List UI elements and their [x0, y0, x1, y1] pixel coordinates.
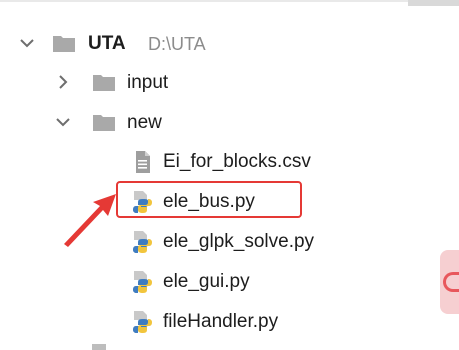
python-file-icon	[133, 271, 152, 293]
file-name-csv: Ei_for_blocks.csv	[163, 151, 311, 172]
chevron-down-icon[interactable]	[18, 34, 36, 52]
top-scroll-edge	[408, 0, 459, 6]
tree-row-folder-new[interactable]: new	[0, 107, 440, 139]
tree-row-folder-input[interactable]: input	[0, 67, 440, 99]
file-name-filehandler: fileHandler.py	[163, 311, 279, 332]
folder-icon	[53, 36, 75, 52]
chevron-right-icon[interactable]	[54, 73, 72, 91]
folder-icon	[93, 75, 115, 91]
folder-name-input: input	[127, 72, 169, 93]
side-tab-icon	[443, 272, 459, 292]
tree-row-file-csv[interactable]: Ei_for_blocks.csv	[0, 146, 440, 178]
root-folder-path: D:\UTA	[148, 34, 206, 54]
tree-row-file-filehandler[interactable]: fileHandler.py	[0, 306, 440, 338]
side-assistant-tab[interactable]	[440, 250, 459, 314]
file-name-ele-glpk-solve: ele_glpk_solve.py	[163, 231, 315, 252]
root-folder-name: UTA	[88, 33, 126, 54]
file-name-ele-gui: ele_gui.py	[163, 271, 250, 292]
folder-icon	[93, 115, 115, 131]
python-file-icon	[133, 311, 152, 333]
highlight-box	[116, 181, 302, 218]
python-file-icon	[133, 231, 152, 253]
tree-row-root[interactable]: UTA D:\UTA	[0, 28, 440, 60]
top-divider	[0, 0, 459, 2]
tree-row-file-ele-gui[interactable]: ele_gui.py	[0, 266, 440, 298]
annotation-arrow-icon	[64, 194, 116, 247]
chevron-down-icon[interactable]	[54, 113, 72, 131]
text-file-icon	[136, 151, 150, 173]
folder-name-new: new	[127, 112, 162, 133]
next-row-fragment	[92, 344, 106, 350]
